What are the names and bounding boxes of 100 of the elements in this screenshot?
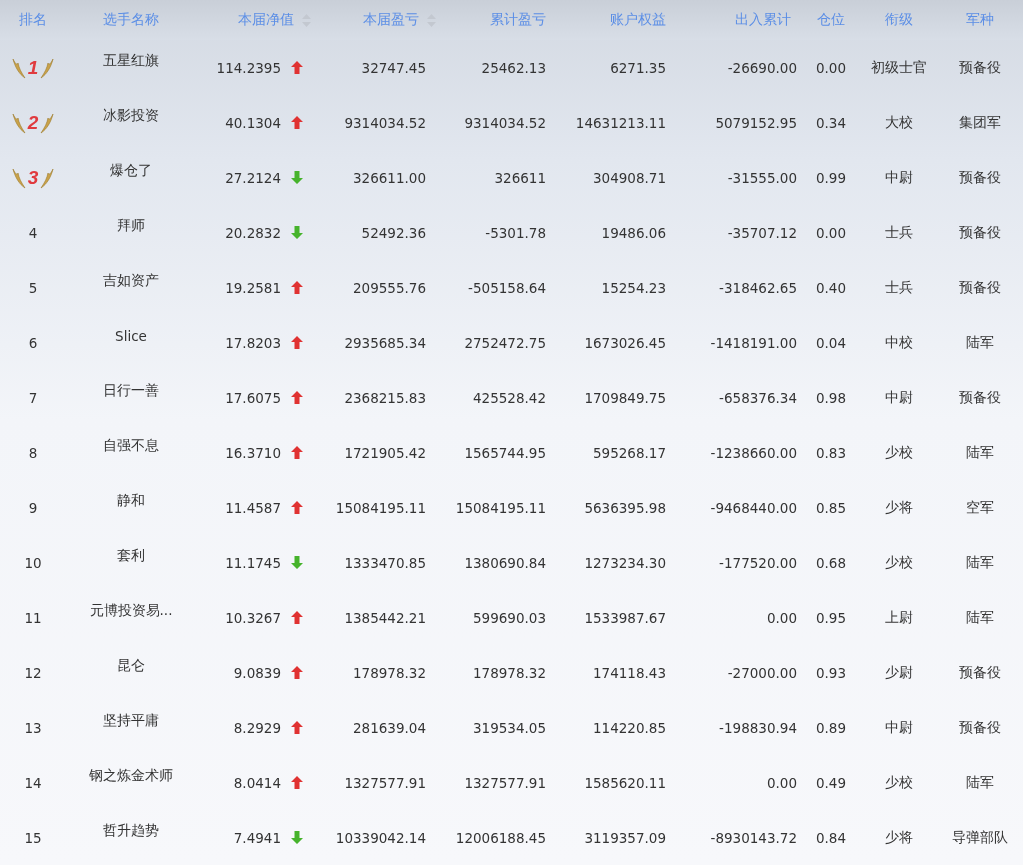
player-name[interactable]: 吉如资产 xyxy=(103,271,159,290)
table-cell: 1565744.95 xyxy=(464,444,546,461)
rank-number: 6 xyxy=(28,334,38,351)
net-value: 17.8203 xyxy=(225,334,281,351)
player-name[interactable]: 爆仓了 xyxy=(110,161,152,180)
table-cell: 19486.06 xyxy=(601,224,666,241)
rank-number: 3 xyxy=(27,166,39,189)
table-cell: 319534.05 xyxy=(473,719,546,736)
player-name[interactable]: 元博投资易... xyxy=(89,601,173,620)
table-cell: 174118.43 xyxy=(593,664,666,681)
rank-number: 12 xyxy=(24,664,42,681)
player-name[interactable]: 拜师 xyxy=(117,216,145,235)
table-cell: 178978.32 xyxy=(473,664,546,681)
table-cell: 1380690.84 xyxy=(464,554,546,571)
rank-number: 11 xyxy=(24,609,42,626)
net-value: 27.2124 xyxy=(225,169,281,186)
net-value: 16.3710 xyxy=(225,444,281,461)
table-cell: 中尉 xyxy=(884,168,913,187)
net-value: 19.2581 xyxy=(225,279,281,296)
table-cell: 425528.42 xyxy=(473,389,546,406)
table-cell: 少校 xyxy=(884,553,913,572)
table-cell: 陆军 xyxy=(965,608,994,627)
laurel-wing-icon xyxy=(11,111,26,134)
table-cell: 0.95 xyxy=(815,609,847,626)
player-name[interactable]: 静和 xyxy=(117,491,145,510)
player-name[interactable]: 昆仑 xyxy=(117,656,145,675)
table-cell: 预备役 xyxy=(958,278,1001,297)
table-cell: 预备役 xyxy=(958,718,1001,737)
table-cell: -8930143.72 xyxy=(710,829,797,846)
table-cell: -177520.00 xyxy=(719,554,797,571)
net-value: 20.2832 xyxy=(225,224,281,241)
net-value: 9.0839 xyxy=(233,664,281,681)
rank-number: 2 xyxy=(27,111,39,134)
rank-number: 8 xyxy=(28,444,38,461)
table-cell: 1273234.30 xyxy=(584,554,666,571)
table-cell: 陆军 xyxy=(965,773,994,792)
column-header: 选手名称 xyxy=(103,11,159,29)
column-header: 出入累计 xyxy=(735,11,791,29)
table-cell: -1418191.00 xyxy=(710,334,797,351)
table-cell: 陆军 xyxy=(965,443,994,462)
table-cell: 上尉 xyxy=(884,608,913,627)
table-cell: 5079152.95 xyxy=(715,114,797,131)
table-cell: 0.40 xyxy=(815,279,847,296)
column-header: 排名 xyxy=(19,11,47,29)
table-cell: 15084195.11 xyxy=(335,499,426,516)
table-cell: 2368215.83 xyxy=(344,389,426,406)
table-cell: 陆军 xyxy=(965,553,994,572)
player-name[interactable]: 日行一善 xyxy=(103,381,159,400)
table-cell: 1533987.67 xyxy=(584,609,666,626)
table-cell: -198830.94 xyxy=(719,719,797,736)
table-cell: 中校 xyxy=(884,333,913,352)
net-value: 11.1745 xyxy=(225,554,281,571)
player-name[interactable]: 五星红旗 xyxy=(103,51,159,70)
table-cell: 9314034.52 xyxy=(344,114,426,131)
player-name[interactable]: 哲升趋势 xyxy=(103,821,159,840)
table-cell: 52492.36 xyxy=(361,224,426,241)
table-cell: 595268.17 xyxy=(593,444,666,461)
table-cell: 0.00 xyxy=(815,224,847,241)
table-cell: 0.68 xyxy=(815,554,847,571)
table-cell: 少尉 xyxy=(884,663,913,682)
table-cell: 预备役 xyxy=(958,58,1001,77)
table-cell: 178978.32 xyxy=(353,664,426,681)
table-cell: 1673026.45 xyxy=(584,334,666,351)
player-name[interactable]: 套利 xyxy=(117,546,145,565)
table-cell: 3119357.09 xyxy=(584,829,666,846)
rank-number: 13 xyxy=(24,719,42,736)
table-cell: 少将 xyxy=(884,498,913,517)
table-cell: 中尉 xyxy=(884,718,913,737)
table-cell: -31555.00 xyxy=(727,169,797,186)
table-cell: 陆军 xyxy=(965,333,994,352)
table-cell: 集团军 xyxy=(958,113,1001,132)
player-name[interactable]: 自强不息 xyxy=(103,436,159,455)
table-cell: 0.84 xyxy=(815,829,847,846)
table-cell: -658376.34 xyxy=(719,389,797,406)
table-cell: -1238660.00 xyxy=(710,444,797,461)
table-cell: 士兵 xyxy=(884,223,913,242)
rank-number: 7 xyxy=(28,389,38,406)
rank-number: 1 xyxy=(27,56,39,79)
rank-number: 5 xyxy=(28,279,38,296)
table-cell: 114220.85 xyxy=(593,719,666,736)
table-cell: 599690.03 xyxy=(473,609,546,626)
rank-number: 14 xyxy=(24,774,42,791)
player-name[interactable]: Slice xyxy=(115,327,147,344)
table-cell: 1721905.42 xyxy=(344,444,426,461)
table-cell: 预备役 xyxy=(958,663,1001,682)
table-cell: 0.00 xyxy=(766,609,797,626)
table-cell: 6271.35 xyxy=(610,59,666,76)
net-value: 11.4587 xyxy=(225,499,281,516)
player-name[interactable]: 坚持平庸 xyxy=(103,711,159,730)
table-cell: 1709849.75 xyxy=(584,389,666,406)
column-header: 军种 xyxy=(965,11,994,29)
table-cell: -5301.78 xyxy=(485,224,546,241)
table-cell: 281639.04 xyxy=(353,719,426,736)
table-cell: -318462.65 xyxy=(719,279,797,296)
table-cell: -26690.00 xyxy=(727,59,797,76)
rank-number: 15 xyxy=(24,829,42,846)
player-name[interactable]: 钢之炼金术师 xyxy=(89,766,173,785)
table-cell: 0.93 xyxy=(815,664,847,681)
player-name[interactable]: 冰影投资 xyxy=(103,106,159,125)
net-value: 40.1304 xyxy=(225,114,281,131)
